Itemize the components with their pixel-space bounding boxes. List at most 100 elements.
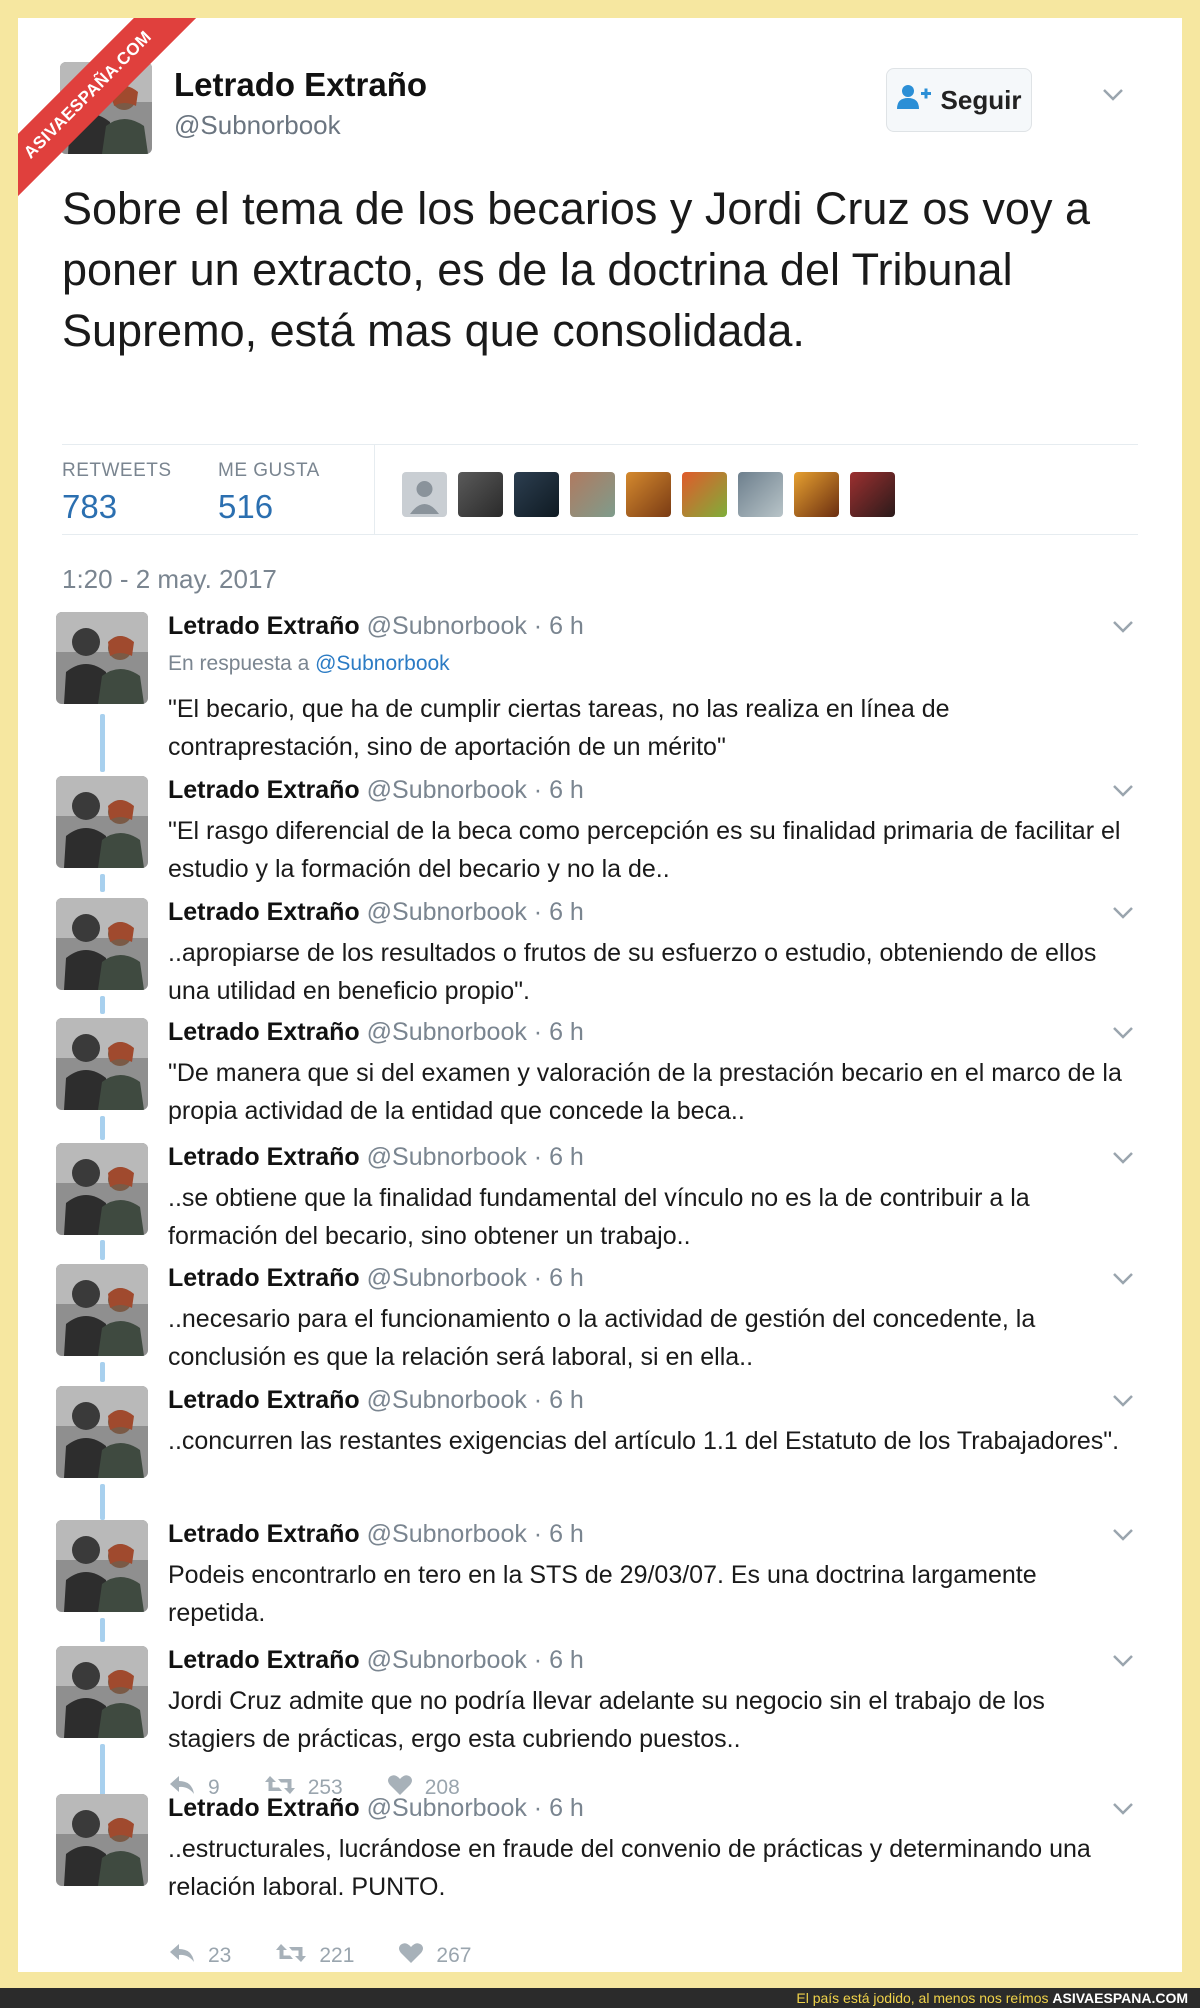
reply-text: ..concurren las restantes exigencias del… (168, 1427, 1120, 1455)
chevron-down-icon[interactable] (1112, 620, 1134, 639)
reply-author-name[interactable]: Letrado Extraño (168, 776, 360, 804)
reply-count: 23 (208, 1944, 232, 1967)
liker-avatar[interactable] (514, 472, 559, 517)
retweet-action[interactable]: 221 (275, 1942, 354, 1970)
chevron-down-icon[interactable] (1112, 784, 1134, 803)
reply-text: Podeis encontrarlo en tero en la STS de … (168, 1561, 1037, 1627)
in-reply-link[interactable]: @Subnorbook (315, 652, 450, 675)
chevron-down-icon[interactable] (1112, 906, 1134, 925)
reply-avatar[interactable] (56, 1520, 148, 1612)
thread-line (100, 1240, 105, 1260)
add-user-icon (896, 84, 931, 117)
reply-avatar[interactable] (56, 1018, 148, 1110)
author-handle[interactable]: @Subnorbook (174, 110, 341, 141)
reply-handle-time[interactable]: @Subnorbook · 6 h (367, 1386, 584, 1414)
liker-avatar[interactable] (682, 472, 727, 517)
liker-avatar[interactable] (626, 472, 671, 517)
chevron-down-icon[interactable] (1112, 1394, 1134, 1413)
reply-author-name[interactable]: Letrado Extraño (168, 1018, 360, 1046)
chevron-down-icon[interactable] (1112, 1654, 1134, 1673)
reply-header: Letrado Extraño @Subnorbook · 6 h (168, 612, 584, 641)
in-reply-prefix: En respuesta a (168, 652, 310, 675)
reply-header: Letrado Extraño @Subnorbook · 6 h (168, 1264, 584, 1293)
follow-button[interactable]: Seguir (886, 68, 1032, 132)
reply-header: Letrado Extraño @Subnorbook · 6 h (168, 1794, 584, 1823)
liker-avatar[interactable] (850, 472, 895, 517)
reply-header: Letrado Extraño @Subnorbook · 6 h (168, 1143, 584, 1172)
reply-header: Letrado Extraño @Subnorbook · 6 h (168, 898, 584, 927)
author-name[interactable]: Letrado Extraño (174, 66, 427, 104)
chevron-down-icon[interactable] (1112, 1528, 1134, 1547)
thread-line (100, 874, 105, 892)
likes-count[interactable]: 516 (218, 488, 273, 526)
likers-avatars (402, 472, 895, 517)
thread-line (100, 714, 105, 772)
chevron-down-icon[interactable] (1102, 88, 1124, 107)
reply-author-name[interactable]: Letrado Extraño (168, 1520, 360, 1548)
retweets-count[interactable]: 783 (62, 488, 117, 526)
reply-author-name[interactable]: Letrado Extraño (168, 612, 360, 640)
tweet-card: ASIVAESPAÑA.COM Letrado Extraño @Subnorb… (18, 18, 1182, 1972)
reply-handle-time[interactable]: @Subnorbook · 6 h (367, 1646, 584, 1674)
reply-text: ..necesario para el funcionamiento o la … (168, 1305, 1036, 1371)
tweet-timestamp[interactable]: 1:20 - 2 may. 2017 (62, 564, 277, 595)
thread-line (100, 1484, 105, 1520)
reply-header: Letrado Extraño @Subnorbook · 6 h (168, 776, 584, 805)
reply-author-name[interactable]: Letrado Extraño (168, 1264, 360, 1292)
reply-author-name[interactable]: Letrado Extraño (168, 1143, 360, 1171)
footer-brand: ASIVAESPANA.COM (1052, 1990, 1188, 2006)
reply-header: Letrado Extraño @Subnorbook · 6 h (168, 1018, 584, 1047)
reply-icon (168, 1942, 196, 1970)
reply-avatar[interactable] (56, 1143, 148, 1235)
reply-handle-time[interactable]: @Subnorbook · 6 h (367, 1143, 584, 1171)
retweet-icon (275, 1942, 307, 1970)
liker-avatar[interactable] (794, 472, 839, 517)
liker-avatar[interactable] (738, 472, 783, 517)
reply-avatar[interactable] (56, 1264, 148, 1356)
liker-avatar[interactable] (570, 472, 615, 517)
heart-icon (398, 1942, 424, 1970)
reply-handle-time[interactable]: @Subnorbook · 6 h (367, 1264, 584, 1292)
reply-avatar[interactable] (56, 1646, 148, 1738)
footer-tagline: El país está jodido, al menos nos reímos (796, 1990, 1049, 2006)
reply-author-name[interactable]: Letrado Extraño (168, 1646, 360, 1674)
reply-text: "El rasgo diferencial de la beca como pe… (168, 817, 1121, 883)
thread-line (100, 1362, 105, 1382)
divider (62, 444, 1138, 445)
reply-avatar[interactable] (56, 1386, 148, 1478)
reply-avatar[interactable] (56, 898, 148, 990)
likes-label: ME GUSTA (218, 460, 320, 481)
reply-handle-time[interactable]: @Subnorbook · 6 h (367, 1794, 584, 1822)
chevron-down-icon[interactable] (1112, 1272, 1134, 1291)
reply-avatar[interactable] (56, 612, 148, 704)
reply-handle-time[interactable]: @Subnorbook · 6 h (367, 1520, 584, 1548)
reply-text: "El becario, que ha de cumplir ciertas t… (168, 695, 950, 761)
reply-handle-time[interactable]: @Subnorbook · 6 h (367, 1018, 584, 1046)
thread-line (100, 1618, 105, 1642)
divider (374, 444, 375, 534)
reply-handle-time[interactable]: @Subnorbook · 6 h (367, 898, 584, 926)
reply-avatar[interactable] (56, 776, 148, 868)
like-action[interactable]: 267 (398, 1942, 471, 1970)
retweets-label: RETWEETS (62, 460, 172, 481)
reply-action[interactable]: 23 (168, 1942, 231, 1970)
thread-line (100, 1116, 105, 1140)
reply-author-name[interactable]: Letrado Extraño (168, 898, 360, 926)
reply-author-name[interactable]: Letrado Extraño (168, 1386, 360, 1414)
reply-author-name[interactable]: Letrado Extraño (168, 1794, 360, 1822)
reply-text: Jordi Cruz admite que no podría llevar a… (168, 1687, 1045, 1753)
chevron-down-icon[interactable] (1112, 1151, 1134, 1170)
chevron-down-icon[interactable] (1112, 1026, 1134, 1045)
divider (62, 534, 1138, 535)
reply-avatar[interactable] (56, 1794, 148, 1886)
reply-handle-time[interactable]: @Subnorbook · 6 h (367, 612, 584, 640)
thread-line (100, 996, 105, 1014)
liker-avatar[interactable] (458, 472, 503, 517)
reply-text: ..estructurales, lucrándose en fraude de… (168, 1835, 1091, 1901)
reply-handle-time[interactable]: @Subnorbook · 6 h (367, 776, 584, 804)
liker-avatar[interactable] (402, 472, 447, 517)
follow-label: Seguir (940, 84, 1022, 115)
retweet-count: 221 (319, 1944, 355, 1967)
reply-header: Letrado Extraño @Subnorbook · 6 h (168, 1646, 584, 1675)
chevron-down-icon[interactable] (1112, 1802, 1134, 1821)
